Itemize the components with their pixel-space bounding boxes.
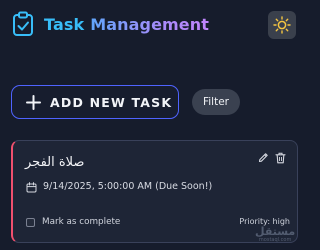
add-new-task-label: ADD NEW TASK bbox=[50, 94, 173, 110]
app-title-management: Management bbox=[90, 15, 209, 34]
calendar-icon bbox=[26, 182, 37, 193]
clipboard-check-icon bbox=[13, 11, 33, 36]
mark-complete-label[interactable]: Mark as complete bbox=[42, 217, 120, 227]
app-header: Task Management bbox=[0, 0, 309, 56]
sun-icon bbox=[273, 16, 291, 34]
task-title: صلاة الفجر bbox=[25, 155, 85, 170]
mark-complete-checkbox[interactable] bbox=[26, 218, 35, 227]
add-new-task-button[interactable]: ADD NEW TASK bbox=[11, 85, 179, 119]
trash-icon[interactable] bbox=[275, 152, 286, 164]
watermark-url: mostaql.com bbox=[258, 237, 292, 243]
plus-icon bbox=[26, 94, 41, 110]
edit-icon[interactable] bbox=[258, 152, 269, 163]
theme-toggle-button[interactable] bbox=[268, 11, 296, 39]
app-title-task: Task bbox=[44, 15, 85, 34]
watermark: مستقل mostaql.com bbox=[255, 226, 295, 243]
task-due-date: 9/14/2025, 5:00:00 AM (Due Soon!) bbox=[43, 181, 213, 192]
app-title: Task Management bbox=[44, 15, 209, 34]
filter-button[interactable]: Filter bbox=[192, 89, 240, 115]
watermark-logo: مستقل bbox=[255, 225, 296, 238]
